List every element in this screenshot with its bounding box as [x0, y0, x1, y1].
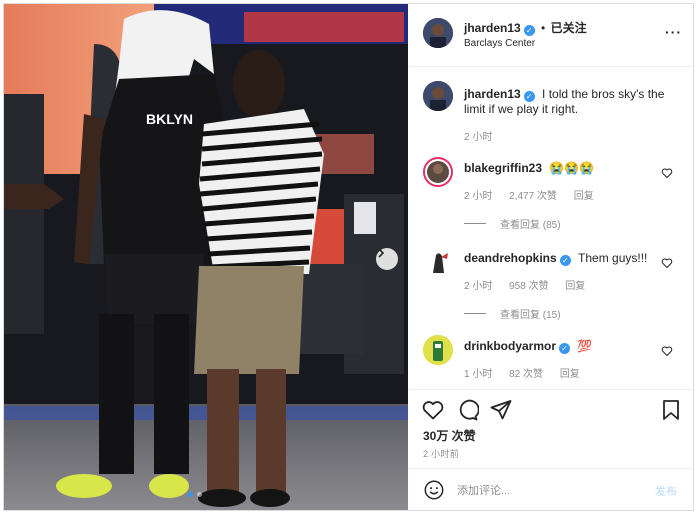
- comment-body: 💯: [577, 339, 593, 353]
- post-side-panel: jharden13 ✓ • 已关注 Barclays Center ··· jha…: [409, 4, 693, 510]
- paper-plane-icon[interactable]: [489, 398, 513, 422]
- view-replies-button[interactable]: 查看回复 (85): [464, 216, 561, 231]
- avatar-image: [423, 81, 453, 111]
- chevron-right-icon: [378, 248, 385, 258]
- caption-time: 2 小时: [464, 132, 493, 143]
- comment-text: deandrehopkins ✓ Them guys!!!: [464, 251, 647, 266]
- comment-likes[interactable]: 2,477 次赞: [509, 191, 557, 202]
- comment-text: drinkbodyarmor ✓ 💯: [464, 339, 592, 354]
- comments-list: jharden13 ✓ I told the bros sky's the lim…: [409, 67, 693, 387]
- bookmark-icon[interactable]: [659, 398, 683, 422]
- heart-icon[interactable]: [661, 345, 673, 357]
- more-options-button[interactable]: ···: [665, 24, 682, 40]
- view-replies-button[interactable]: 查看回复 (15): [464, 306, 561, 321]
- verified-badge-icon: ✓: [523, 25, 535, 36]
- comment-text: blakegriffin23 😭😭😭: [464, 161, 594, 175]
- reply-button[interactable]: 回复: [565, 281, 585, 292]
- comment-body: Them guys!!!: [578, 251, 648, 265]
- carousel-dot: [188, 492, 193, 497]
- replies-divider: [464, 223, 486, 224]
- post-header: jharden13 ✓ • 已关注 Barclays Center ···: [409, 4, 693, 67]
- carousel-dots: [188, 492, 202, 497]
- verified-badge-icon: ✓: [523, 91, 535, 102]
- verified-badge-icon: ✓: [559, 343, 571, 354]
- carousel-dot: [197, 492, 202, 497]
- comment-username[interactable]: deandrehopkins: [464, 251, 557, 265]
- comment-meta: 2 小时 958 次赞 回复: [464, 277, 599, 292]
- comment-input[interactable]: [455, 481, 639, 501]
- comment-body: 😭😭😭: [549, 161, 595, 175]
- comment-username[interactable]: drinkbodyarmor: [464, 339, 556, 353]
- author-row: jharden13 ✓ • 已关注: [464, 19, 587, 36]
- caption-meta: 2 小时: [464, 128, 506, 143]
- post-photo[interactable]: BKLYN: [4, 4, 408, 510]
- verified-badge-icon: ✓: [559, 255, 571, 266]
- comment-time: 1 小时: [464, 369, 493, 380]
- following-button[interactable]: 已关注: [551, 21, 587, 35]
- separator-dot: •: [541, 21, 546, 35]
- heart-icon[interactable]: [661, 257, 673, 269]
- caption-text: jharden13 ✓ I told the bros sky's the lim…: [464, 87, 684, 117]
- avatar-image: [427, 161, 449, 183]
- comment-likes[interactable]: 958 次赞: [509, 281, 548, 292]
- comment-meta: 1 小时 82 次赞 回复: [464, 365, 594, 380]
- action-bar: [409, 389, 693, 430]
- likes-count[interactable]: 30万 次赞: [423, 427, 476, 444]
- comment-avatar[interactable]: [423, 157, 453, 187]
- avatar-image: [423, 247, 453, 277]
- comment-bubble-icon[interactable]: [455, 398, 479, 422]
- jersey-text: BKLYN: [146, 111, 193, 127]
- comment-avatar[interactable]: [423, 335, 453, 365]
- view-replies-label: 查看回复 (15): [500, 310, 561, 321]
- comment-time: 2 小时: [464, 191, 493, 202]
- post-comment-button[interactable]: 发布: [655, 483, 677, 499]
- replies-divider: [464, 313, 486, 314]
- view-replies-label: 查看回复 (85): [500, 220, 561, 231]
- avatar-image: [423, 18, 453, 48]
- comment-likes[interactable]: 82 次赞: [509, 369, 543, 380]
- heart-icon[interactable]: [421, 398, 445, 422]
- avatar-image: [423, 335, 453, 365]
- reply-button[interactable]: 回复: [560, 369, 580, 380]
- caption-username[interactable]: jharden13: [464, 87, 521, 101]
- caption-avatar[interactable]: [423, 81, 453, 111]
- comment-time: 2 小时: [464, 281, 493, 292]
- author-avatar[interactable]: [423, 18, 453, 48]
- smiley-icon[interactable]: [423, 479, 445, 501]
- add-comment-bar: 发布: [409, 468, 693, 510]
- comment-avatar[interactable]: [423, 247, 453, 277]
- next-photo-button[interactable]: [376, 248, 398, 270]
- heart-icon[interactable]: [661, 167, 673, 179]
- comment-username[interactable]: blakegriffin23: [464, 161, 542, 175]
- posted-time: 2 小时前: [423, 449, 460, 459]
- reply-button[interactable]: 回复: [574, 191, 594, 202]
- post-location[interactable]: Barclays Center: [464, 38, 535, 49]
- instagram-post: BKLYN jharden13 ✓ • 已关注 Barclays Center …: [3, 3, 694, 511]
- author-username[interactable]: jharden13: [464, 21, 521, 35]
- photo-image: BKLYN: [4, 4, 408, 510]
- comment-meta: 2 小时 2,477 次赞 回复: [464, 187, 608, 202]
